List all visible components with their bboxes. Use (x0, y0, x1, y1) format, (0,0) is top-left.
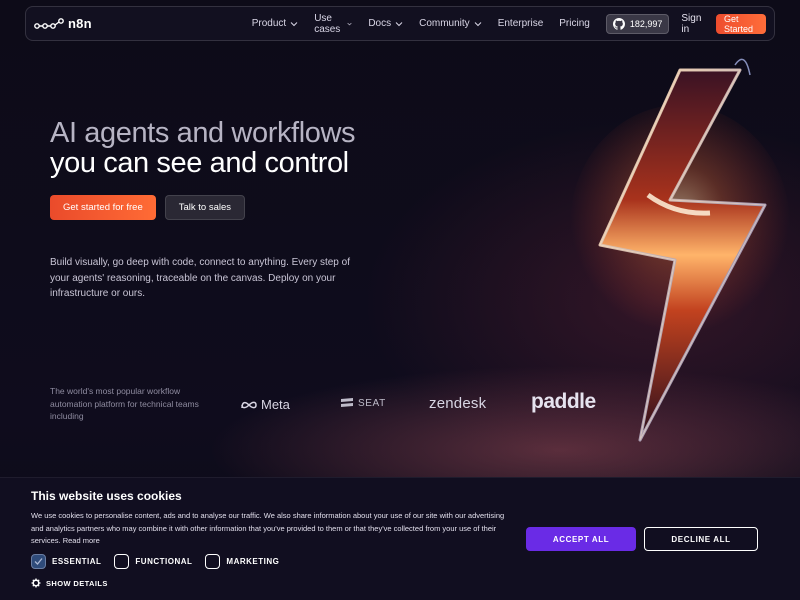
nav-right: 182,997 Sign in Get Started (605, 13, 766, 35)
github-stars-count: 182,997 (629, 18, 663, 29)
meta-logo: Meta (240, 397, 290, 412)
trust-text: The world's most popular workflow automa… (50, 386, 199, 421)
chevron-down-icon (347, 22, 352, 25)
cookie-option-label: ESSENTIAL (52, 557, 102, 566)
nav-item-label: Community (419, 18, 470, 29)
nav-item-product[interactable]: Product (252, 18, 298, 29)
seat-logo-text: SEAT (358, 397, 386, 409)
hero-description: Build visually, go deep with code, conne… (50, 257, 350, 299)
chevron-down-icon (290, 21, 298, 26)
nav-links: Product Use cases Docs Community Enterpr… (252, 13, 606, 35)
meta-logo-text: Meta (261, 397, 290, 412)
github-stars-button[interactable]: 182,997 (605, 13, 670, 34)
decline-all-button[interactable]: DECLINE ALL (644, 527, 758, 551)
nav-item-pricing[interactable]: Pricing (559, 18, 590, 29)
checkbox-unchecked[interactable] (205, 554, 221, 569)
nav-item-community[interactable]: Community (419, 18, 482, 29)
read-more-link[interactable]: Read more (63, 536, 100, 545)
lightning-bolt-illustration (560, 55, 800, 455)
cookie-option-marketing[interactable]: MARKETING (205, 554, 279, 569)
paddle-logo: paddle (531, 390, 596, 413)
nav-item-label: Enterprise (497, 18, 544, 29)
nav-item-docs[interactable]: Docs (368, 18, 403, 29)
checkbox-unchecked[interactable] (114, 554, 130, 569)
meta-infinity-icon (241, 401, 257, 408)
nav-item-label: Use cases (314, 12, 341, 35)
sign-in-link[interactable]: Sign in (681, 13, 704, 35)
seat-mark-icon (341, 398, 353, 407)
cookie-option-label: FUNCTIONAL (135, 557, 193, 566)
cookie-option-functional[interactable]: FUNCTIONAL (114, 554, 192, 569)
nav-item-label: Product (251, 18, 287, 29)
top-navbar: n8n Product Use cases Docs Community Ent… (25, 6, 775, 41)
accept-all-button[interactable]: ACCEPT ALL (526, 527, 636, 551)
nav-item-enterprise[interactable]: Enterprise (498, 18, 544, 29)
checkbox-checked[interactable] (31, 554, 46, 569)
get-started-button[interactable]: Get Started (715, 13, 766, 34)
cookie-options: ESSENTIAL FUNCTIONAL MARKETING (31, 554, 292, 569)
github-icon (612, 17, 625, 30)
show-details-label: SHOW DETAILS (46, 578, 108, 588)
get-started-free-button[interactable]: Get started for free (50, 195, 156, 220)
talk-to-sales-button[interactable]: Talk to sales (164, 195, 246, 220)
nav-item-label: Docs (368, 18, 392, 29)
hero-buttons: Get started for free Talk to sales (50, 195, 246, 220)
checkmark-icon (34, 558, 43, 565)
zendesk-logo: zendesk (429, 395, 487, 412)
gear-icon (31, 578, 41, 588)
hero-title-line-1: AI agents and workflows (50, 117, 356, 149)
hero-title: AI agents and workflows you can see and … (50, 118, 410, 178)
cookie-option-essential[interactable]: ESSENTIAL (31, 554, 101, 569)
page: n8n Product Use cases Docs Community Ent… (0, 0, 800, 600)
n8n-logo[interactable]: n8n (34, 16, 92, 31)
cookie-text: We use cookies to personalise content, a… (31, 510, 511, 548)
nav-item-use-cases[interactable]: Use cases (314, 13, 352, 35)
nav-item-label: Pricing (559, 18, 590, 29)
chevron-down-icon (474, 21, 482, 26)
cookie-body-text: We use cookies to personalise content, a… (31, 511, 505, 545)
n8n-logo-icon (34, 17, 64, 29)
cookie-banner: This website uses cookies We use cookies… (0, 477, 800, 600)
show-details-toggle[interactable]: SHOW DETAILS (31, 578, 108, 588)
chevron-down-icon (395, 21, 403, 26)
hero-title-line-2: you can see and control (50, 147, 349, 179)
cookie-option-label: MARKETING (226, 557, 280, 566)
logo-text: n8n (68, 16, 92, 31)
cookie-title: This website uses cookies (31, 489, 182, 503)
seat-logo: SEAT (340, 397, 386, 409)
